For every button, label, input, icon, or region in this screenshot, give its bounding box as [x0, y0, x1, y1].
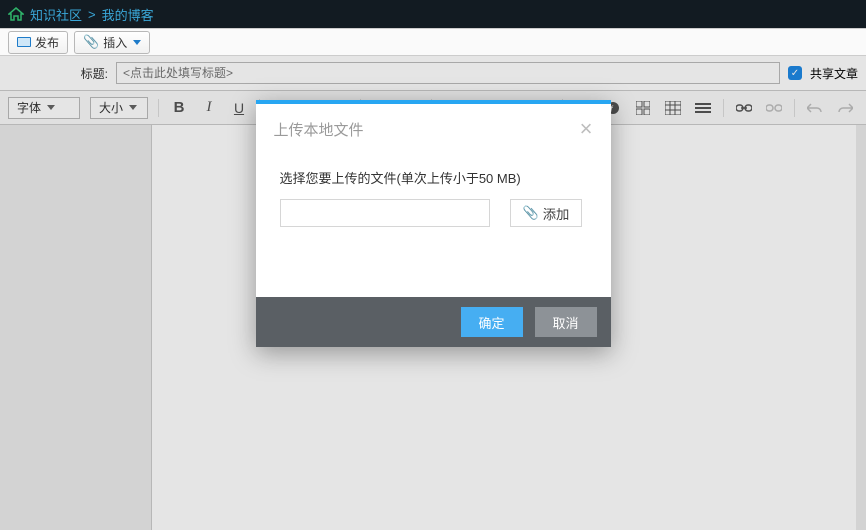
modal-footer: 确定 取消	[256, 297, 611, 347]
paperclip-icon: 📎	[523, 205, 539, 221]
publish-button[interactable]: 发布	[8, 31, 68, 54]
modal-title: 上传本地文件	[274, 119, 364, 140]
action-bar: 发布 📎 插入	[0, 28, 866, 56]
close-icon[interactable]: ×	[580, 118, 593, 140]
publish-label: 发布	[35, 34, 59, 51]
chevron-down-icon	[133, 40, 141, 45]
paperclip-icon: 📎	[83, 34, 99, 50]
mail-icon	[17, 37, 31, 47]
add-file-button[interactable]: 📎 添加	[510, 199, 583, 227]
home-icon	[8, 7, 24, 21]
modal-overlay: 上传本地文件 × 选择您要上传的文件(单次上传小于50 MB) 📎 添加 确定 …	[0, 56, 866, 530]
ok-button[interactable]: 确定	[461, 307, 523, 337]
upload-modal: 上传本地文件 × 选择您要上传的文件(单次上传小于50 MB) 📎 添加 确定 …	[256, 100, 611, 347]
breadcrumb-community[interactable]: 知识社区	[30, 5, 82, 24]
file-path-input[interactable]	[280, 199, 490, 227]
modal-body: 选择您要上传的文件(单次上传小于50 MB) 📎 添加	[256, 150, 611, 297]
breadcrumb-current[interactable]: 我的博客	[102, 5, 154, 24]
insert-button[interactable]: 📎 插入	[74, 31, 150, 54]
upload-prompt: 选择您要上传的文件(单次上传小于50 MB)	[280, 168, 587, 187]
cancel-button[interactable]: 取消	[535, 307, 597, 337]
breadcrumb-bar: 知识社区 > 我的博客	[0, 0, 866, 28]
add-label: 添加	[543, 204, 570, 223]
insert-label: 插入	[103, 34, 127, 51]
breadcrumb-sep: >	[88, 7, 96, 22]
modal-header: 上传本地文件 ×	[256, 104, 611, 150]
